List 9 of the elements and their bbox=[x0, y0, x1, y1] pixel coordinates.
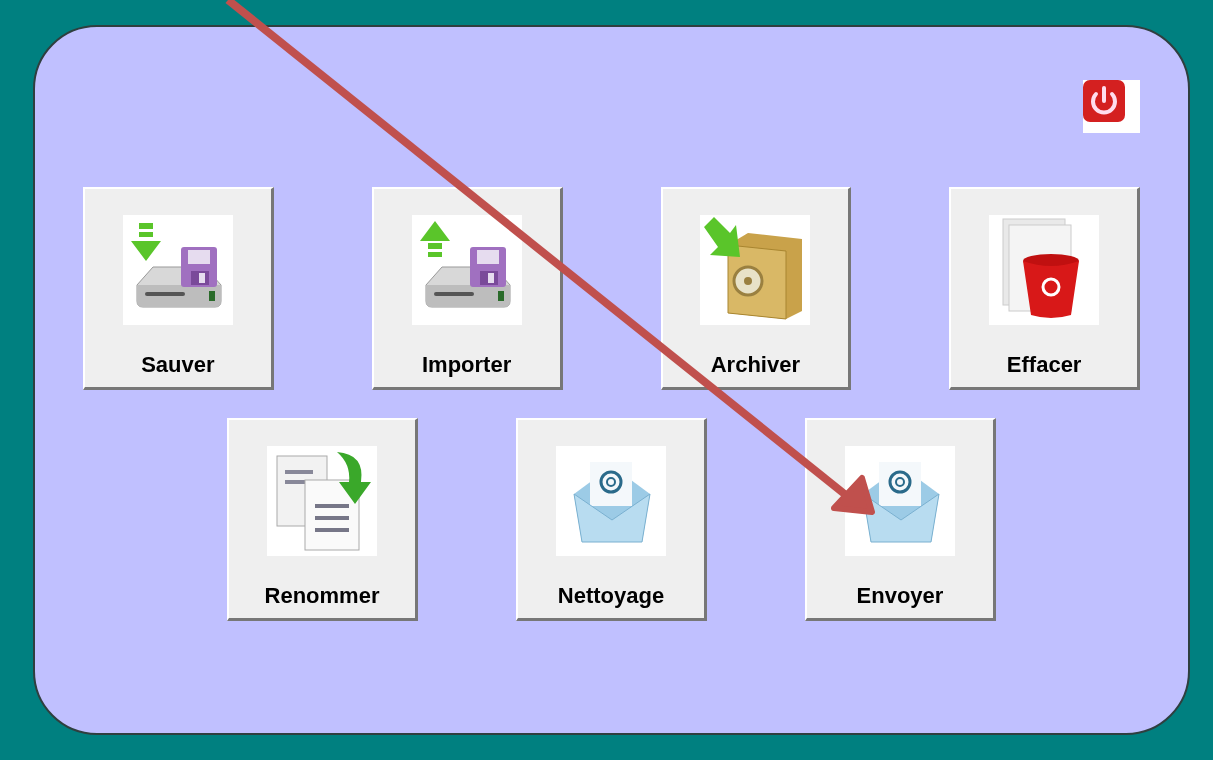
tool-button[interactable]: Effacer bbox=[949, 187, 1140, 390]
power-button[interactable] bbox=[1083, 80, 1140, 133]
tool-button[interactable]: Renommer bbox=[227, 418, 418, 621]
tool-button[interactable]: Sauver bbox=[83, 187, 274, 390]
tool-button[interactable]: Archiver bbox=[660, 187, 852, 390]
tool-button[interactable]: Nettoyage bbox=[516, 418, 707, 621]
power-icon bbox=[1083, 80, 1125, 122]
tool-button[interactable]: Importer bbox=[371, 187, 563, 390]
tool-button[interactable]: Envoyer bbox=[805, 418, 996, 621]
